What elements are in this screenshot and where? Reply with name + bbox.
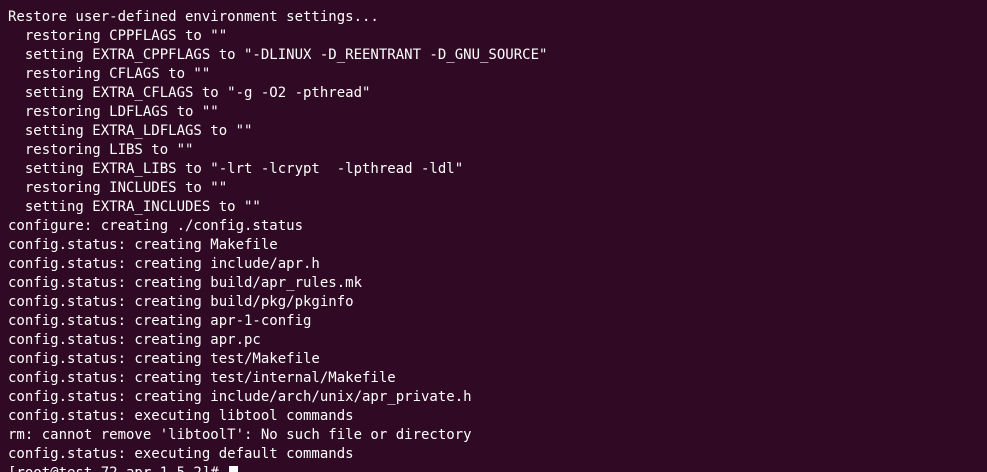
output-line-15: config.status: creating build/apr_rules.… (8, 275, 363, 291)
output-line-23: rm: cannot remove 'libtoolT': No such fi… (8, 427, 472, 443)
output-line-9: setting EXTRA_LIBS to "-lrt -lcrypt -lpt… (8, 161, 464, 177)
output-line-12: configure: creating ./config.status (8, 218, 304, 234)
output-line-18: config.status: creating apr.pc (8, 332, 261, 348)
output-line-19: config.status: creating test/Makefile (8, 351, 320, 367)
command-prompt-line[interactable]: [root@test-72 apr-1.5.2]# (8, 464, 987, 472)
output-line-20: config.status: creating test/internal/Ma… (8, 370, 396, 386)
output-line-16: config.status: creating build/pkg/pkginf… (8, 294, 354, 310)
output-line-14: config.status: creating include/apr.h (8, 256, 320, 272)
text-cursor (229, 465, 239, 472)
output-line-7: setting EXTRA_LDFLAGS to "" (8, 123, 253, 139)
output-line-22: config.status: executing libtool command… (8, 408, 354, 424)
output-line-8: restoring LIBS to "" (8, 142, 194, 158)
shell-prompt: [root@test-72 apr-1.5.2]# (8, 464, 227, 472)
output-line-24: config.status: executing default command… (8, 446, 354, 462)
terminal-window[interactable]: Restore user-defined environment setting… (0, 0, 987, 472)
output-line-11: setting EXTRA_INCLUDES to "" (8, 199, 261, 215)
output-line-4: restoring CFLAGS to "" (8, 66, 211, 82)
output-line-1: Restore user-defined environment setting… (8, 9, 379, 25)
output-line-10: restoring INCLUDES to "" (8, 180, 228, 196)
output-line-5: setting EXTRA_CFLAGS to "-g -O2 -pthread… (8, 85, 371, 101)
output-line-13: config.status: creating Makefile (8, 237, 278, 253)
output-line-6: restoring LDFLAGS to "" (8, 104, 219, 120)
output-line-3: setting EXTRA_CPPFLAGS to "-DLINUX -D_RE… (8, 47, 548, 63)
output-line-2: restoring CPPFLAGS to "" (8, 28, 228, 44)
output-line-21: config.status: creating include/arch/uni… (8, 389, 472, 405)
output-line-17: config.status: creating apr-1-config (8, 313, 312, 329)
